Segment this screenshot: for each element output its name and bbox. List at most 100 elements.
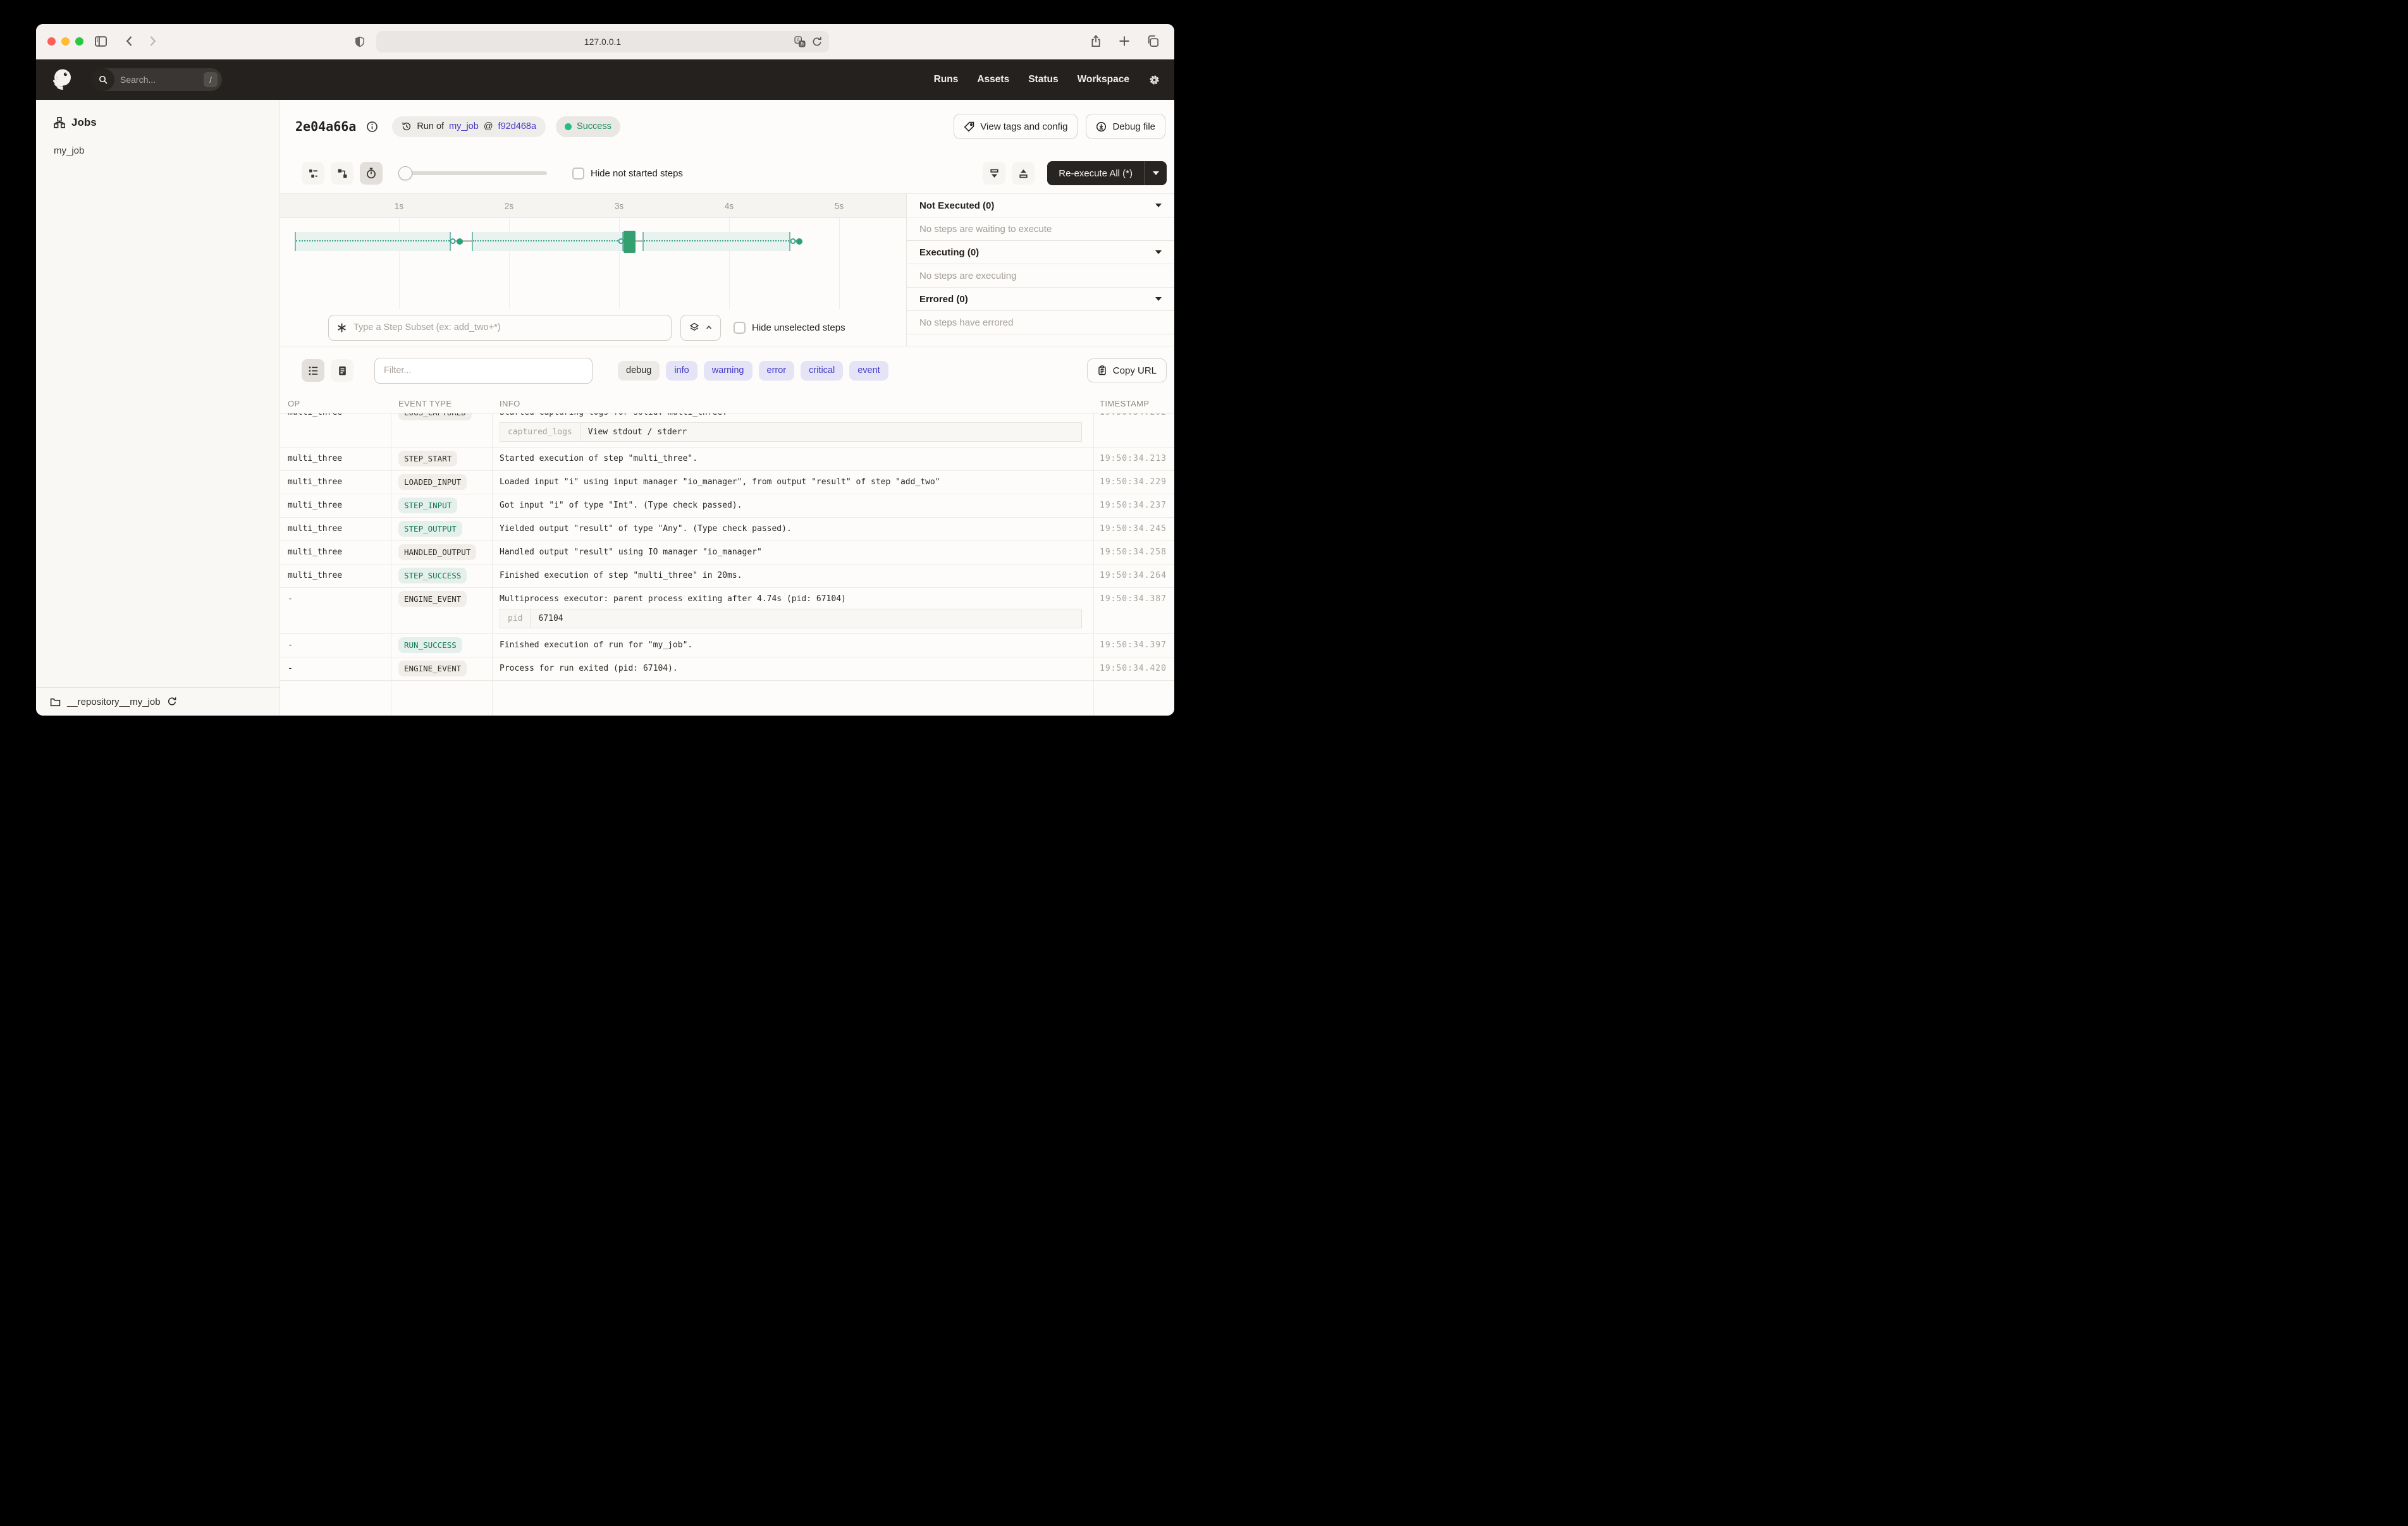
sidebar-item-job[interactable]: my_job — [54, 145, 262, 156]
log-info: Loaded input "i" using input manager "io… — [492, 471, 1093, 494]
search-input[interactable] — [120, 75, 201, 85]
log-level-debug[interactable]: debug — [618, 361, 660, 381]
collapse-all-icon[interactable] — [983, 162, 1005, 185]
log-level-critical[interactable]: critical — [801, 361, 843, 381]
gantt-axis-tick: 2s — [505, 201, 513, 211]
log-row[interactable]: multi_threeSTEP_SUCCESSFinished executio… — [280, 565, 1174, 588]
global-search[interactable]: / — [92, 68, 222, 91]
hide-unselected-checkbox[interactable]: Hide unselected steps — [734, 322, 845, 334]
zoom-slider-knob[interactable] — [398, 166, 412, 180]
log-event-type: ENGINE_EVENT — [391, 588, 492, 633]
step-subset-input[interactable] — [353, 322, 663, 333]
back-icon[interactable] — [123, 35, 136, 47]
step-panel-empty-text: No steps are executing — [907, 264, 1174, 288]
column-header-info[interactable]: INFO — [492, 399, 1093, 408]
log-row[interactable]: multi_threeHANDLED_OUTPUTHandled output … — [280, 541, 1174, 565]
translate-icon[interactable]: Aあ — [794, 36, 806, 47]
log-level-info[interactable]: info — [666, 361, 697, 381]
nav-item-assets[interactable]: Assets — [977, 74, 1009, 85]
event-type-chip: LOADED_INPUT — [398, 474, 467, 490]
minimize-window-button[interactable] — [61, 37, 70, 46]
forward-icon[interactable] — [146, 35, 159, 47]
gear-icon[interactable] — [1148, 74, 1160, 86]
run-of-pill: Run of my_job @ f92d468a — [392, 116, 546, 137]
commit-link[interactable]: f92d468a — [498, 121, 536, 131]
graph-query-toggle[interactable] — [680, 315, 721, 341]
hide-unselected-label: Hide unselected steps — [752, 322, 845, 333]
log-structured-view-icon[interactable] — [331, 359, 353, 382]
log-info: Started execution of step "multi_three". — [492, 448, 1093, 470]
logs-toolbar: debug info warning error critical event Copy … — [280, 346, 1174, 394]
column-header-event-type[interactable]: EVENT TYPE — [391, 399, 492, 408]
reload-repository-icon[interactable] — [167, 697, 177, 707]
checkbox-icon[interactable] — [734, 322, 746, 334]
column-header-timestamp[interactable]: TIMESTAMP — [1093, 399, 1174, 408]
address-bar[interactable]: 127.0.0.1 Aあ — [376, 31, 829, 52]
log-row[interactable]: -ENGINE_EVENTProcess for run exited (pid… — [280, 657, 1174, 681]
step-panel-section-header[interactable]: Not Executed (0) — [907, 194, 1174, 217]
log-event-type: STEP_OUTPUT — [391, 518, 492, 540]
log-level-error[interactable]: error — [759, 361, 795, 381]
log-filter-input[interactable] — [384, 365, 583, 375]
debug-file-label: Debug file — [1112, 121, 1155, 132]
hide-not-started-checkbox[interactable]: Hide not started steps — [572, 168, 683, 180]
flat-view-icon[interactable] — [302, 162, 324, 185]
sidebar-toggle-icon[interactable] — [94, 35, 108, 48]
gantt-step-span[interactable] — [472, 232, 624, 251]
expand-all-icon[interactable] — [1012, 162, 1035, 185]
copy-url-button[interactable]: Copy URL — [1087, 358, 1167, 382]
log-timestamp: 19:50:34.213 — [1093, 448, 1174, 470]
share-icon[interactable] — [1090, 35, 1102, 47]
waterfall-view-icon[interactable] — [331, 162, 353, 185]
debug-file-button[interactable]: Debug file — [1086, 114, 1165, 139]
chevron-down-icon — [1155, 297, 1162, 301]
gantt-executed-step[interactable] — [624, 231, 636, 253]
view-tags-config-button[interactable]: View tags and config — [954, 114, 1078, 139]
gantt-timeline[interactable] — [280, 218, 906, 309]
step-subset-field[interactable] — [328, 315, 672, 341]
gantt-axis-tick: 1s — [395, 201, 403, 211]
log-op: multi_three — [280, 448, 391, 470]
repository-row: __repository__my_job — [36, 687, 280, 716]
log-row[interactable]: -RUN_SUCCESSFinished execution of run fo… — [280, 634, 1174, 657]
svg-text:あ: あ — [800, 42, 804, 47]
log-level-event[interactable]: event — [849, 361, 888, 381]
gantt-step-span[interactable] — [642, 232, 791, 251]
gantt-step-span[interactable] — [295, 232, 451, 251]
gantt-marker-open — [618, 238, 624, 244]
event-type-chip: STEP_INPUT — [398, 497, 457, 513]
column-header-op[interactable]: OP — [280, 399, 391, 408]
log-row[interactable]: multi_three STEP_START Started execution o… — [280, 448, 1174, 471]
log-row[interactable]: -ENGINE_EVENTMultiprocess executor: pare… — [280, 588, 1174, 634]
step-panel-section-header[interactable]: Errored (0) — [907, 288, 1174, 311]
log-metadata-value[interactable]: View stdout / stderr — [580, 427, 695, 437]
zoom-window-button[interactable] — [75, 37, 83, 46]
step-panel-section-title: Executing (0) — [919, 247, 979, 258]
nav-item-status[interactable]: Status — [1028, 74, 1058, 85]
nav-item-workspace[interactable]: Workspace — [1078, 74, 1129, 85]
re-execute-dropdown-button[interactable] — [1144, 161, 1167, 185]
event-type-chip: STEP_START — [398, 451, 457, 467]
zoom-slider[interactable] — [399, 166, 547, 180]
log-info-text: Loaded input "i" using input manager "io… — [500, 471, 1093, 494]
log-list-view-icon[interactable] — [302, 359, 324, 382]
log-filter-field[interactable] — [374, 358, 593, 384]
log-level-warning[interactable]: warning — [704, 361, 752, 381]
checkbox-icon[interactable] — [572, 168, 584, 180]
log-row[interactable]: multi_threeLOADED_INPUTLoaded input "i" … — [280, 471, 1174, 494]
log-row[interactable]: multi_threeSTEP_OUTPUTYielded output "re… — [280, 518, 1174, 541]
chevron-down-icon — [1153, 171, 1159, 175]
tab-overview-icon[interactable] — [1146, 35, 1159, 47]
re-execute-all-button[interactable]: Re-execute All (*) — [1047, 161, 1144, 185]
job-link[interactable]: my_job — [449, 121, 479, 131]
step-panel-section-header[interactable]: Executing (0) — [907, 241, 1174, 264]
log-row[interactable]: multi_threeSTEP_INPUTGot input "i" of ty… — [280, 494, 1174, 518]
reload-icon[interactable] — [811, 36, 823, 47]
dagster-logo[interactable] — [50, 68, 74, 92]
close-window-button[interactable] — [47, 37, 56, 46]
new-tab-icon[interactable] — [1118, 35, 1131, 47]
timed-view-icon[interactable] — [360, 162, 383, 185]
gantt-axis-tick: 5s — [835, 201, 844, 211]
nav-item-runs[interactable]: Runs — [934, 74, 959, 85]
info-icon[interactable] — [366, 121, 378, 133]
